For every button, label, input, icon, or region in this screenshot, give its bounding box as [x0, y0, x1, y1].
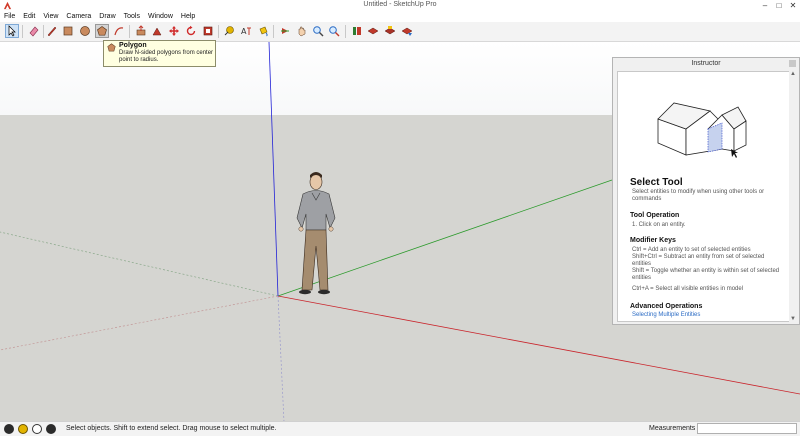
polygon-tool-button[interactable]	[95, 24, 109, 38]
status-bar: Select objects. Shift to extend select. …	[0, 421, 800, 436]
toolbar-separator	[129, 25, 130, 38]
paint-bucket-tool-button[interactable]	[256, 24, 270, 38]
toolbar-separator	[43, 25, 44, 38]
follow-me-icon	[152, 27, 162, 36]
instructor-title: Instructor	[691, 60, 721, 67]
push-pull-icon	[136, 25, 146, 36]
main-toolbar: A	[0, 22, 800, 42]
menu-window[interactable]: Window	[144, 11, 177, 22]
move-tool-button[interactable]	[167, 24, 181, 38]
measurements-label: Measurements	[649, 425, 696, 432]
modifier-ctrl-a: Ctrl+A = Select all visible entities in …	[632, 286, 744, 292]
instructor-heading: Select Tool	[630, 177, 683, 188]
pan-tool-button[interactable]	[295, 24, 309, 38]
zoom-extents-icon	[329, 26, 340, 37]
instructor-content[interactable]: Select Tool Select entities to modify wh…	[617, 71, 790, 322]
rectangle-tool-button[interactable]	[61, 24, 75, 38]
polygon-tooltip: Polygon Draw N-sided polygons from cente…	[103, 40, 216, 67]
instructor-panel: Instructor Select Tool Select entities t…	[612, 57, 800, 325]
pencil-icon	[47, 26, 57, 37]
menu-draw[interactable]: Draw	[95, 11, 119, 22]
menu-view[interactable]: View	[39, 11, 62, 22]
modifier-shift: Shift = Toggle whether an entity is with…	[632, 268, 780, 281]
circle-icon	[80, 26, 90, 36]
georeference-icon[interactable]	[4, 424, 14, 434]
menu-tools[interactable]: Tools	[120, 11, 144, 22]
selecting-multiple-entities-link[interactable]: Selecting Multiple Entities	[632, 312, 700, 318]
menu-help[interactable]: Help	[177, 11, 199, 22]
move-arrows-icon	[169, 26, 179, 36]
share-model-button[interactable]	[400, 24, 414, 38]
maximize-button[interactable]: □	[772, 0, 786, 11]
house-illustration	[657, 102, 747, 158]
line-tool-button[interactable]	[45, 24, 59, 38]
instructor-intro: Select entities to modify when using oth…	[632, 189, 765, 202]
warehouse-button[interactable]	[350, 24, 364, 38]
warehouse-icon	[353, 27, 361, 35]
eraser-tool-button[interactable]	[27, 24, 41, 38]
components-button[interactable]	[366, 24, 380, 38]
toolbar-separator	[273, 25, 274, 38]
scale-icon	[203, 26, 213, 36]
tooltip-title: Polygon	[119, 42, 147, 49]
zoom-extents-tool-button[interactable]	[327, 24, 341, 38]
dimension-icon: A	[241, 27, 251, 36]
modifier-keys-heading: Modifier Keys	[630, 237, 676, 244]
instructor-scrollbar[interactable]: ▲ ▼	[789, 71, 797, 322]
magnifier-icon	[313, 26, 324, 37]
help-icon[interactable]	[46, 424, 56, 434]
follow-me-tool-button[interactable]	[150, 24, 164, 38]
menu-bar: File Edit View Camera Draw Tools Window …	[0, 11, 800, 22]
minimize-button[interactable]: –	[758, 0, 772, 11]
components-icon	[367, 27, 379, 35]
tool-operation-heading: Tool Operation	[630, 212, 680, 219]
credits-icon[interactable]	[18, 424, 28, 434]
hand-icon	[298, 26, 306, 37]
scroll-down-icon[interactable]: ▼	[789, 316, 797, 322]
panel-close-icon[interactable]	[789, 60, 796, 67]
polygon-icon	[107, 43, 116, 52]
status-message: Select objects. Shift to extend select. …	[66, 425, 277, 432]
push-pull-tool-button[interactable]	[134, 24, 148, 38]
dimension-tool-button[interactable]: A	[239, 24, 253, 38]
extension-icon	[384, 26, 396, 35]
rotate-tool-button[interactable]	[184, 24, 198, 38]
advanced-operations-heading: Advanced Operations	[630, 303, 703, 310]
polygon-icon	[97, 26, 107, 36]
window-controls: – □ ✕	[758, 0, 800, 11]
tape-measure-icon	[224, 26, 234, 36]
orbit-icon	[281, 28, 289, 34]
toolbar-separator	[345, 25, 346, 38]
tape-measure-tool-button[interactable]	[222, 24, 236, 38]
svg-text:A: A	[241, 27, 247, 36]
share-icon	[401, 27, 413, 36]
orbit-tool-button[interactable]	[278, 24, 292, 38]
modifier-ctrl: Ctrl = Add an entity to set of selected …	[632, 247, 751, 253]
eraser-icon	[29, 26, 39, 37]
menu-file[interactable]: File	[0, 11, 19, 22]
tooltip-description: Draw N-sided polygons from center point …	[119, 50, 214, 63]
arrow-cursor-icon	[8, 25, 16, 37]
paint-bucket-icon	[259, 26, 268, 37]
rectangle-icon	[63, 26, 73, 36]
toolbar-separator	[22, 25, 23, 38]
menu-camera[interactable]: Camera	[62, 11, 95, 22]
rotate-icon	[186, 25, 196, 36]
extension-warehouse-button[interactable]	[383, 24, 397, 38]
close-button[interactable]: ✕	[786, 0, 800, 11]
select-tool-button[interactable]	[5, 24, 19, 38]
window-title: Untitled - SketchUp Pro	[363, 1, 437, 8]
modifier-shift-ctrl: Shift+Ctrl = Subtract an entity from set…	[632, 254, 765, 267]
toolbar-separator	[218, 25, 219, 38]
measurements-input[interactable]	[697, 423, 797, 434]
circle-tool-button[interactable]	[78, 24, 92, 38]
scroll-up-icon[interactable]: ▲	[789, 71, 797, 77]
scale-tool-button[interactable]	[201, 24, 215, 38]
zoom-tool-button[interactable]	[311, 24, 325, 38]
arc-icon	[114, 27, 124, 36]
tool-operation-step: 1. Click on an entity.	[632, 222, 686, 228]
account-icon[interactable]	[32, 424, 42, 434]
arc-tool-button[interactable]	[112, 24, 126, 38]
menu-edit[interactable]: Edit	[19, 11, 39, 22]
